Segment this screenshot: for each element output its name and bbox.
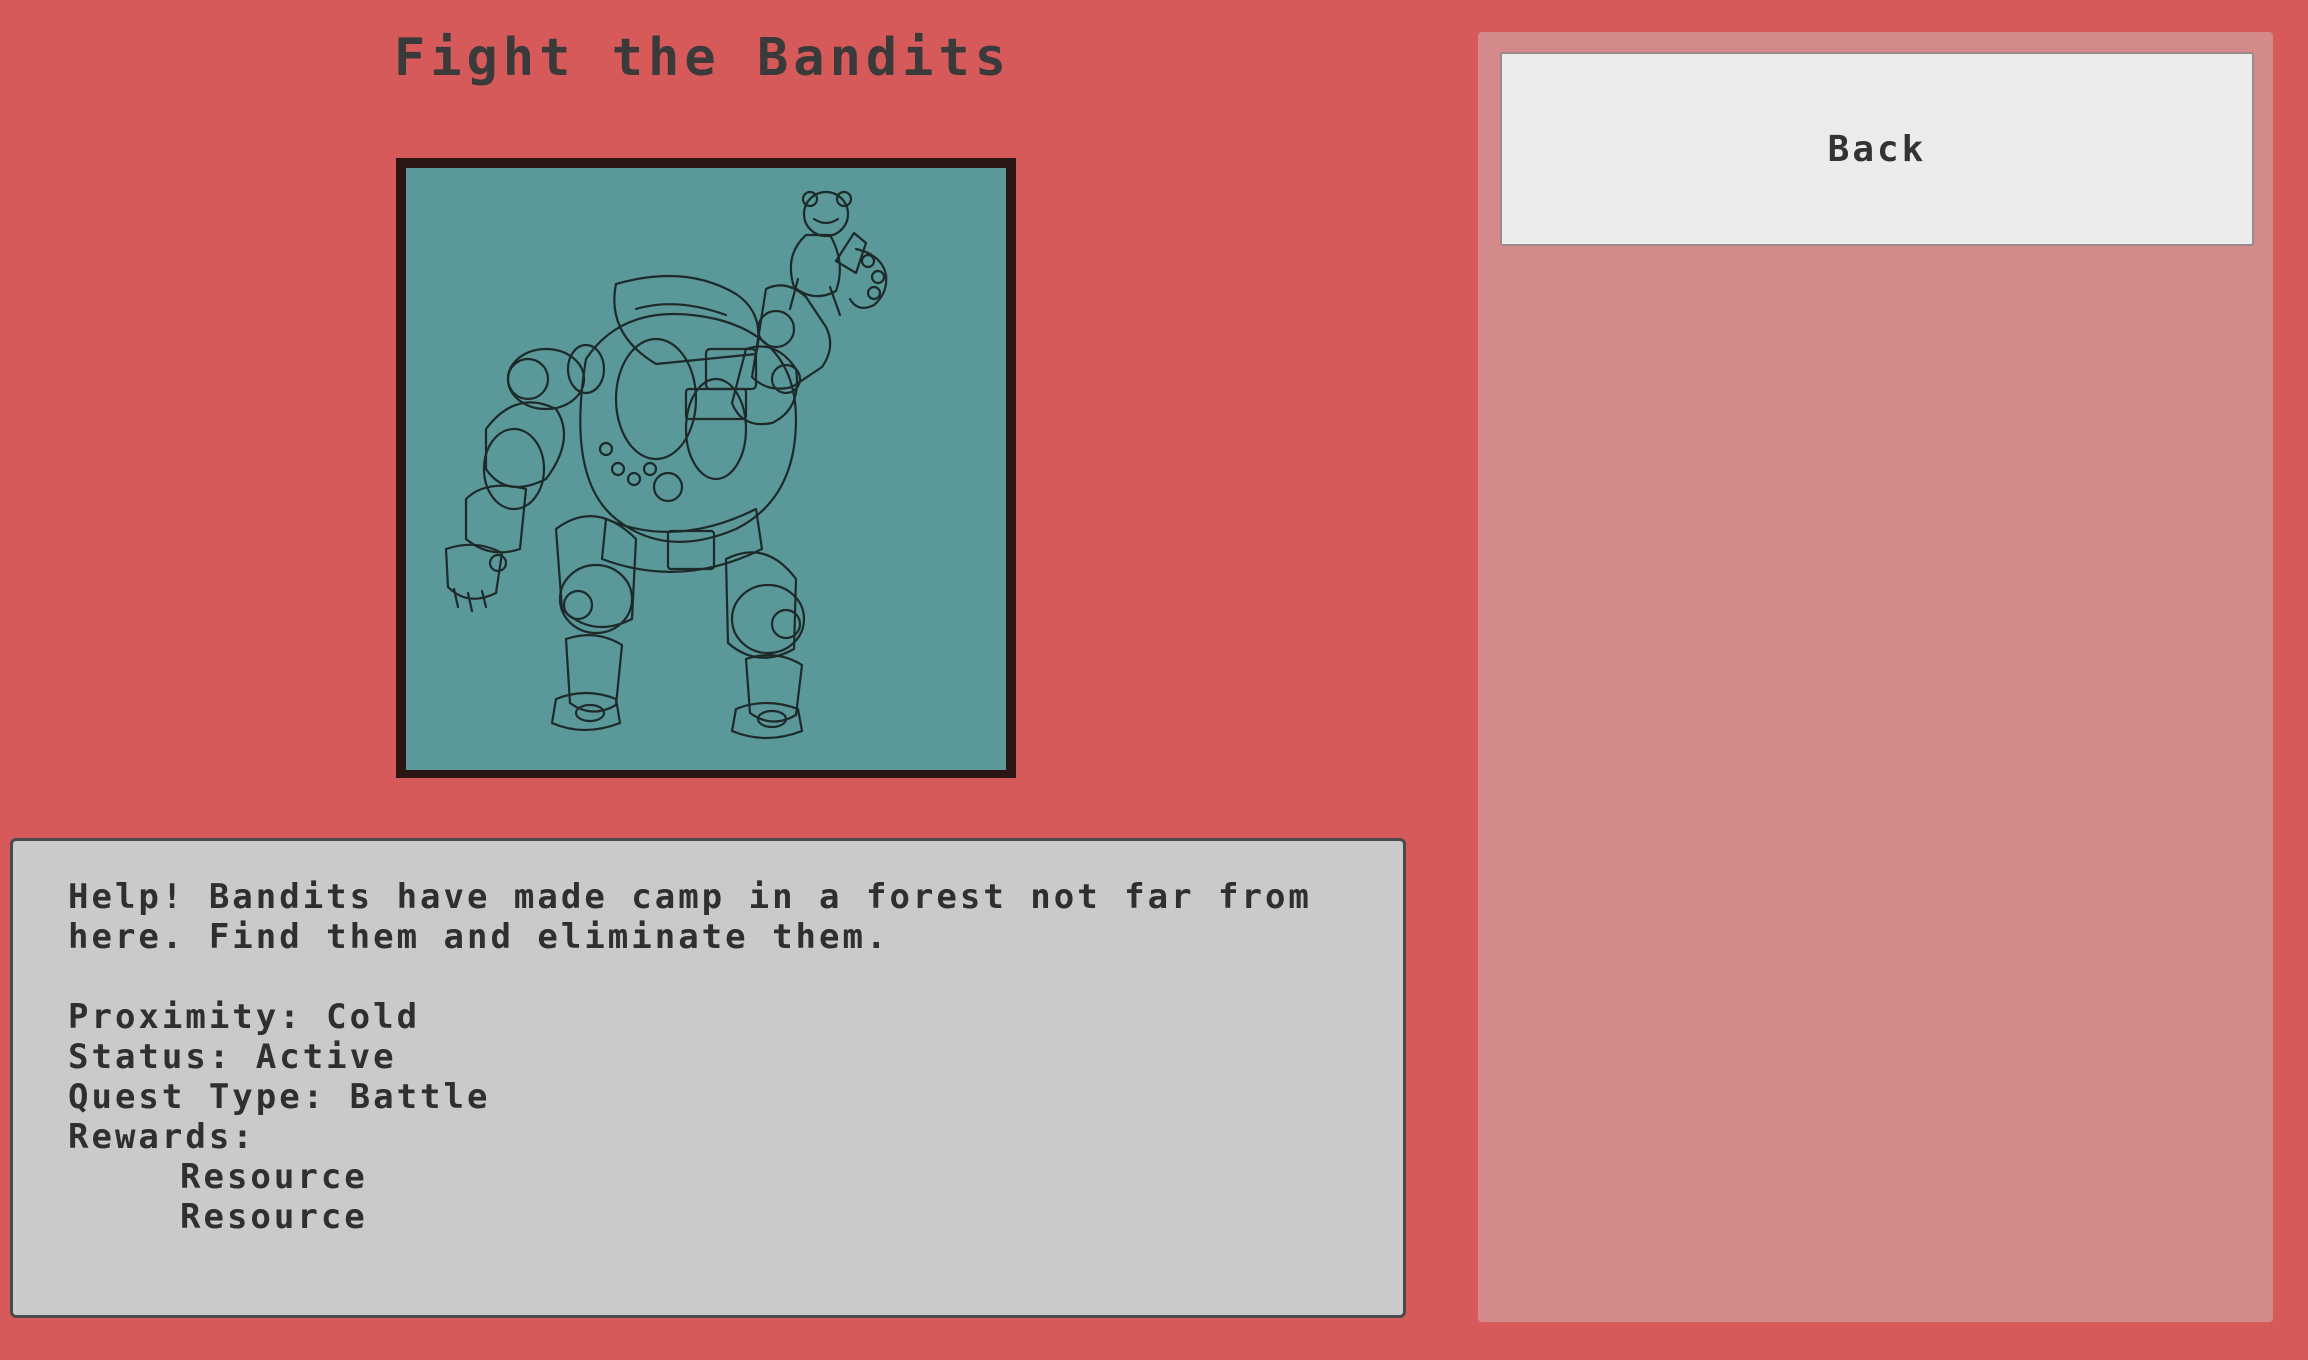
reward-item: Resource — [180, 1157, 368, 1197]
mech-warrior-icon — [444, 190, 888, 740]
quest-portrait-frame — [396, 158, 1016, 778]
quest-rewards-label: Rewards: — [68, 1117, 256, 1157]
quest-type: Quest Type: Battle — [68, 1077, 491, 1117]
side-panel: Back — [1478, 32, 2273, 1322]
back-button[interactable]: Back — [1500, 52, 2254, 246]
reward-item: Resource — [180, 1197, 368, 1237]
quest-description: Help! Bandits have made camp in a forest… — [68, 877, 1312, 957]
quest-details-panel: Help! Bandits have made camp in a forest… — [10, 838, 1406, 1318]
quest-title: Fight the Bandits — [393, 28, 1012, 88]
quest-portrait — [406, 168, 1006, 770]
quest-proximity: Proximity: Cold — [68, 997, 421, 1037]
quest-status: Status: Active — [68, 1037, 397, 1077]
